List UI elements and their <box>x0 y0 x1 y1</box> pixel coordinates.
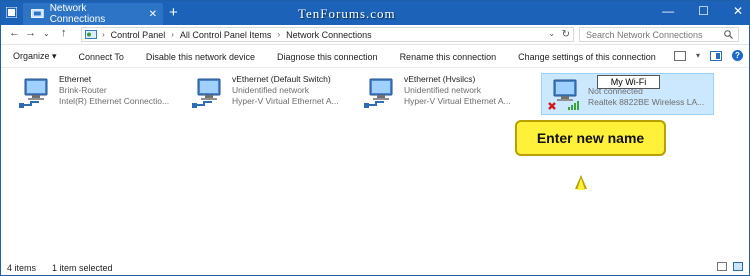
list-item-selected[interactable]: . Not connected Realtek 8822BE Wireless … <box>541 73 714 115</box>
new-tab-button[interactable]: + <box>169 5 178 20</box>
change-settings-button[interactable]: Change settings of this connection <box>507 52 667 62</box>
organize-button[interactable]: Organize ▾ <box>1 51 68 62</box>
connection-name: vEthernet (Hvsilcs) <box>404 74 476 84</box>
search-placeholder: Search Network Connections <box>586 29 703 40</box>
callout-text: Enter new name <box>536 130 645 146</box>
connection-device: Hyper-V Virtual Ethernet A... <box>232 96 339 106</box>
preview-pane-icon[interactable] <box>710 50 722 61</box>
connection-status: Unidentified network <box>404 85 482 95</box>
command-bar: Organize ▾ Connect To Disable this netwo… <box>1 46 749 68</box>
connect-to-button[interactable]: Connect To <box>68 52 135 62</box>
disable-device-button[interactable]: Disable this network device <box>135 52 266 62</box>
minimize-button[interactable]: — <box>662 4 674 18</box>
recent-locations-icon[interactable]: ⌄ <box>43 29 50 38</box>
forward-arrow-icon[interactable]: → <box>25 27 36 39</box>
callout-pointer-fill <box>577 178 585 190</box>
title-bar: Network Connections ✕ + TenForums.com — … <box>1 1 749 25</box>
control-panel-icon <box>85 30 97 39</box>
connection-name: vEthernet (Default Switch) <box>232 74 331 84</box>
chevron-right-icon: › <box>277 30 281 39</box>
item-count: 4 items <box>7 262 37 273</box>
connection-device: Realtek 8822BE Wireless LA... <box>588 97 705 107</box>
breadcrumb[interactable]: › Control Panel › All Control Panel Item… <box>81 27 574 42</box>
connection-status: Brink-Router <box>59 85 107 95</box>
list-item[interactable]: vEthernet (Hvsilcs) Unidentified network… <box>358 73 533 115</box>
change-view-icon[interactable] <box>673 50 686 61</box>
selected-count: 1 item selected <box>52 262 113 273</box>
network-connections-icon <box>31 8 44 18</box>
breadcrumb-item[interactable]: All Control Panel Items <box>180 30 272 40</box>
ethernet-adapter-icon <box>364 78 393 108</box>
tab-network-connections[interactable]: Network Connections ✕ <box>23 3 163 25</box>
maximize-button[interactable]: ☐ <box>698 4 709 18</box>
status-bar: 4 items 1 item selected <box>1 259 749 276</box>
back-arrow-icon[interactable]: ← <box>9 27 20 39</box>
chevron-down-icon[interactable]: ⌄ <box>548 29 555 38</box>
search-input[interactable]: Search Network Connections <box>579 27 739 42</box>
wifi-adapter-icon <box>548 79 579 110</box>
ethernet-adapter-icon <box>192 78 221 108</box>
up-arrow-icon[interactable]: ↑ <box>61 27 67 39</box>
help-icon[interactable]: ? <box>732 50 743 61</box>
rename-input[interactable]: My Wi-Fi <box>597 75 660 89</box>
connections-list: Ethernet Brink-Router Intel(R) Ethernet … <box>1 69 749 258</box>
chevron-right-icon: › <box>171 30 174 39</box>
chevron-right-icon: › <box>102 30 105 39</box>
chevron-down-icon[interactable]: ▾ <box>696 51 700 60</box>
rename-button[interactable]: Rename this connection <box>389 52 508 62</box>
ethernet-adapter-icon <box>19 78 48 108</box>
connection-device: Intel(R) Ethernet Connectio... <box>59 96 170 106</box>
details-view-icon[interactable] <box>717 262 727 271</box>
breadcrumb-item[interactable]: Network Connections <box>286 30 372 40</box>
tab-close-icon[interactable]: ✕ <box>149 9 157 20</box>
large-icons-view-icon[interactable] <box>733 262 743 271</box>
connection-device: Hyper-V Virtual Ethernet A... <box>404 96 511 106</box>
list-item[interactable]: vEthernet (Default Switch) Unidentified … <box>186 73 361 115</box>
connection-status: Unidentified network <box>232 85 310 95</box>
search-icon <box>724 30 733 39</box>
annotation-callout: Enter new name <box>515 120 666 156</box>
refresh-icon[interactable]: ↻ <box>562 29 570 40</box>
diagnose-button[interactable]: Diagnose this connection <box>266 52 389 62</box>
close-button[interactable]: ✕ <box>733 4 743 18</box>
connection-name: Ethernet <box>59 74 92 84</box>
explorer-window: Network Connections ✕ + TenForums.com — … <box>0 0 750 276</box>
list-item[interactable]: Ethernet Brink-Router Intel(R) Ethernet … <box>13 73 188 115</box>
breadcrumb-item[interactable]: Control Panel <box>111 30 166 40</box>
window-menu-icon[interactable] <box>6 7 17 18</box>
tab-title: Network Connections <box>49 3 106 25</box>
address-bar: ← → ⌄ ↑ › Control Panel › All Control Pa… <box>1 25 749 45</box>
watermark: TenForums.com <box>298 6 396 21</box>
